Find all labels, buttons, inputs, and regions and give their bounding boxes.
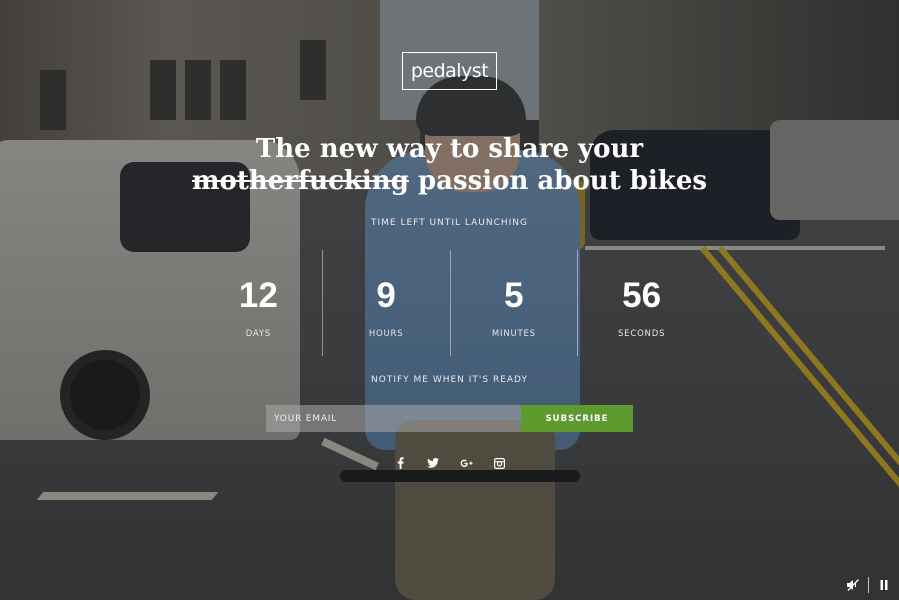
hours-value: 9 xyxy=(376,276,396,315)
logo-text: pedalyst xyxy=(410,60,489,82)
headline-line-1: The new way to share your xyxy=(255,134,644,164)
days-value: 12 xyxy=(238,276,278,315)
countdown-minutes: 5 MINUTES xyxy=(449,250,578,356)
countdown-seconds: 56 SECONDS xyxy=(577,250,705,356)
email-input[interactable] xyxy=(266,405,521,432)
hours-label: HOURS xyxy=(368,329,404,339)
countdown-days: 12 DAYS xyxy=(195,250,322,356)
struck-word: motherfucking xyxy=(191,166,409,196)
video-controls xyxy=(844,576,893,594)
headline-line-2: motherfucking passion about bikes xyxy=(0,166,899,196)
countdown: 12 DAYS 9 HOURS 5 MINUTES 56 SECONDS xyxy=(195,250,705,356)
logo[interactable]: pedalyst xyxy=(402,52,497,90)
minutes-value: 5 xyxy=(504,276,524,315)
notify-caption: NOTIFY ME WHEN IT'S READY xyxy=(371,375,528,385)
countdown-caption: TIME LEFT UNTIL LAUNCHING xyxy=(371,218,528,228)
seconds-value: 56 xyxy=(622,276,662,315)
subscribe-form: SUBSCRIBE xyxy=(266,405,633,432)
countdown-hours: 9 HOURS xyxy=(321,250,450,356)
headline-rest: passion about bikes xyxy=(408,166,708,196)
controls-divider xyxy=(868,577,869,593)
pause-icon[interactable] xyxy=(875,576,893,594)
seconds-label: SECONDS xyxy=(617,329,666,339)
facebook-icon[interactable] xyxy=(392,455,408,471)
mute-icon[interactable] xyxy=(844,576,862,594)
instagram-icon[interactable] xyxy=(491,455,507,471)
subscribe-button[interactable]: SUBSCRIBE xyxy=(521,405,633,432)
google-plus-icon[interactable] xyxy=(458,455,474,471)
days-label: DAYS xyxy=(245,329,272,339)
twitter-icon[interactable] xyxy=(425,455,441,471)
social-links xyxy=(392,454,507,472)
minutes-label: MINUTES xyxy=(491,329,536,339)
